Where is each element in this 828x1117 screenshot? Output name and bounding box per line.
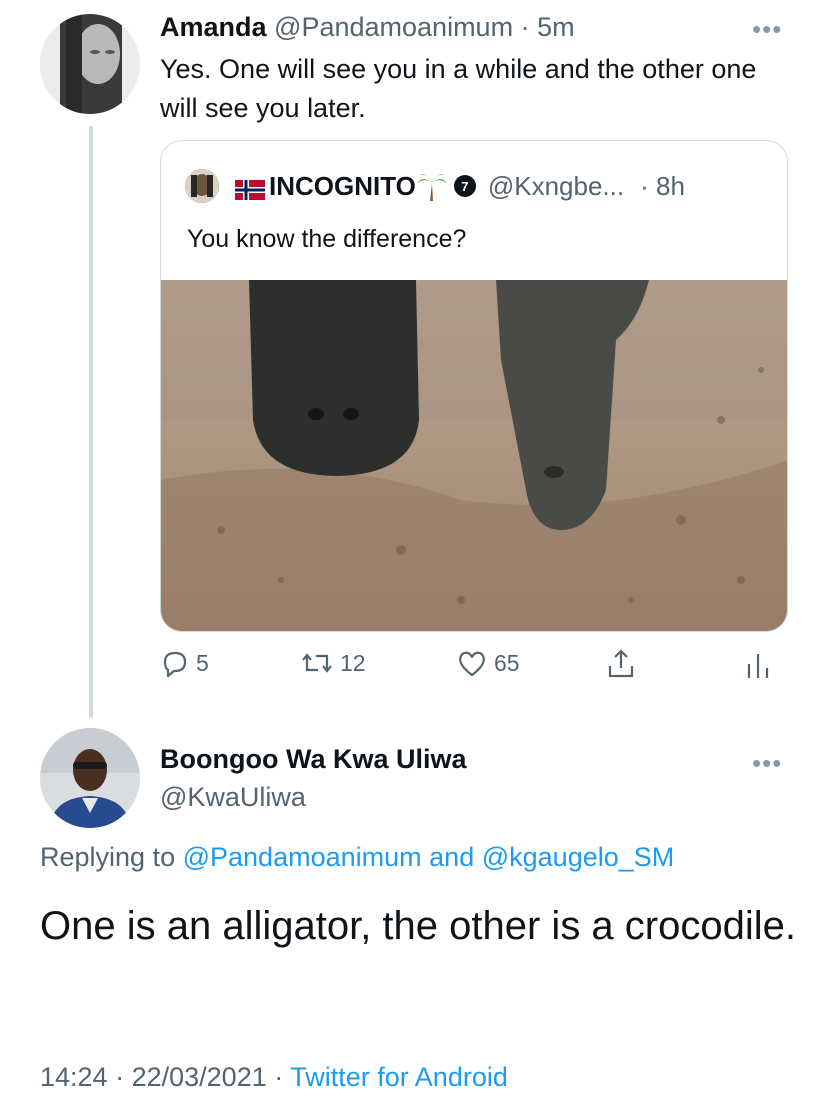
avatar-photo	[185, 169, 219, 203]
analytics-icon	[747, 654, 769, 678]
reply-button[interactable]: 5	[160, 648, 209, 678]
user-handle[interactable]: @KwaUliwa	[160, 782, 306, 813]
mention-link[interactable]: @Pandamoanimum	[183, 842, 422, 872]
tweet-time[interactable]: 14:24	[40, 1062, 108, 1092]
display-name[interactable]: Amanda	[160, 12, 267, 42]
retweet-button[interactable]: 12	[300, 648, 366, 678]
tweet-meta: 14:24 · 22/03/2021 · Twitter for Android	[40, 1062, 508, 1093]
like-count: 65	[494, 649, 520, 676]
palm-tree-icon	[417, 171, 446, 201]
quote-text: You know the difference?	[187, 225, 467, 253]
mention-link[interactable]: @kgaugelo_SM	[482, 842, 675, 872]
meta-separator: ·	[115, 1062, 132, 1092]
action-bar: 5 12 65	[160, 648, 780, 688]
quote-time[interactable]: · 8h	[640, 171, 685, 202]
quote-handle[interactable]: @Kxngbe...	[488, 171, 624, 202]
meta-separator: ·	[274, 1062, 291, 1092]
thread-line	[89, 126, 93, 718]
retweet-icon	[302, 653, 332, 673]
analytics-button[interactable]	[744, 648, 778, 680]
avatar[interactable]	[40, 728, 140, 828]
more-options-icon[interactable]: •••	[752, 748, 782, 779]
avatar-photo	[40, 14, 140, 114]
user-handle[interactable]: @Pandamoanimum	[274, 12, 513, 42]
tweet-date[interactable]: 22/03/2021	[132, 1062, 267, 1092]
tweet-header: Amanda @Pandamoanimum · 5m	[160, 12, 575, 43]
quote-media-image[interactable]	[161, 280, 787, 631]
avatar[interactable]	[40, 14, 140, 114]
share-button[interactable]	[606, 648, 642, 680]
heart-icon	[459, 651, 485, 677]
reply-icon	[163, 651, 187, 678]
share-icon	[608, 649, 634, 678]
tweet-source-link[interactable]: Twitter for Android	[290, 1062, 508, 1092]
quote-header: INCOGNITO 7 @Kxngbe... · 8h	[185, 169, 685, 203]
replying-prefix: Replying to	[40, 842, 176, 872]
replying-to: Replying to @Pandamoanimum and @kgaugelo…	[40, 842, 674, 873]
reply-and: and	[429, 842, 475, 872]
tweet-text: One is an alligator, the other is a croc…	[40, 904, 796, 948]
more-options-icon[interactable]: •••	[752, 14, 782, 45]
norway-flag-icon	[235, 176, 265, 200]
tweet-text: Yes. One will see you in a while and the…	[160, 54, 757, 123]
quote-tweet-card[interactable]: INCOGNITO 7 @Kxngbe... · 8h You know the…	[160, 140, 788, 632]
alligator-crocodile-photo	[161, 280, 787, 631]
display-name[interactable]: Boongoo Wa Kwa Uliwa	[160, 744, 467, 775]
quote-display-name[interactable]: INCOGNITO	[269, 171, 416, 202]
badge-icon: 7	[453, 175, 476, 197]
quote-avatar[interactable]	[185, 169, 219, 203]
like-button[interactable]: 65	[456, 648, 520, 678]
tweet-time[interactable]: · 5m	[521, 12, 575, 42]
avatar-photo	[40, 728, 140, 828]
retweet-count: 12	[340, 649, 366, 676]
reply-count: 5	[196, 649, 209, 676]
